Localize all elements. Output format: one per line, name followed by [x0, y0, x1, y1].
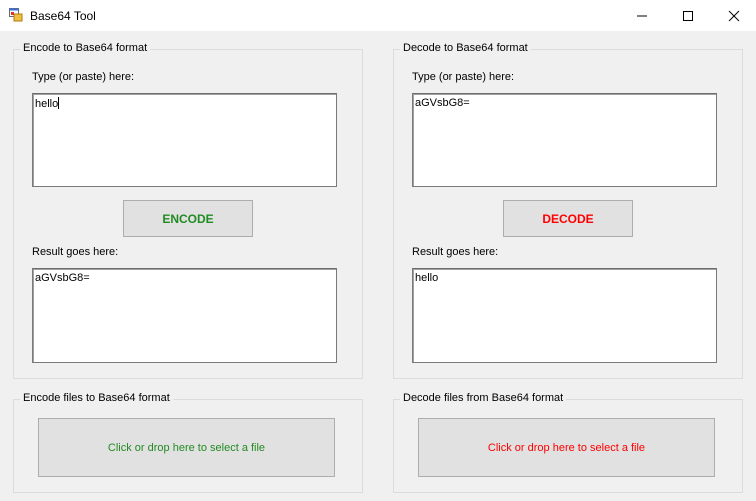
encode-input-label: Type (or paste) here:: [32, 71, 135, 83]
maximize-button[interactable]: [664, 0, 710, 31]
minimize-button[interactable]: [618, 0, 664, 31]
maximize-icon: [683, 11, 693, 21]
encode-file-drop-zone[interactable]: Click or drop here to select a file: [38, 418, 335, 477]
close-icon: [728, 10, 740, 22]
encode-result-text: aGVsbG8=: [35, 272, 90, 284]
decode-result-textarea[interactable]: hello: [412, 268, 717, 363]
decode-result-text: hello: [415, 272, 439, 284]
encode-files-group-title: Encode files to Base64 format: [20, 392, 173, 404]
minimize-icon: [637, 15, 647, 17]
decode-button-label: DECODE: [542, 211, 594, 226]
decode-input-label: Type (or paste) here:: [412, 71, 515, 83]
decode-result-label: Result goes here:: [412, 246, 499, 258]
window-title: Base64 Tool: [30, 9, 96, 23]
text-caret: [58, 97, 60, 109]
decode-file-drop-zone[interactable]: Click or drop here to select a file: [418, 418, 715, 477]
close-button[interactable]: [710, 0, 756, 31]
encode-result-textarea[interactable]: aGVsbG8=: [32, 268, 337, 363]
decode-input-text: aGVsbG8=: [415, 97, 470, 109]
encode-result-label: Result goes here:: [32, 246, 119, 258]
encode-button-label: ENCODE: [162, 211, 214, 226]
app-window-icon: [9, 8, 23, 22]
decode-input-textarea[interactable]: aGVsbG8=: [412, 93, 717, 187]
title-bar[interactable]: Base64 Tool: [0, 0, 756, 31]
encode-file-drop-label: Click or drop here to select a file: [107, 441, 266, 454]
encode-button[interactable]: ENCODE: [123, 200, 253, 237]
encode-group-title: Encode to Base64 format: [20, 42, 151, 54]
decode-button[interactable]: DECODE: [503, 200, 633, 237]
decode-files-group-title: Decode files from Base64 format: [400, 392, 567, 404]
decode-file-drop-label: Click or drop here to select a file: [487, 441, 646, 454]
decode-group-title: Decode to Base64 format: [400, 42, 531, 54]
encode-input-text: hello: [35, 98, 59, 110]
encode-input-textarea[interactable]: hello: [32, 93, 337, 187]
